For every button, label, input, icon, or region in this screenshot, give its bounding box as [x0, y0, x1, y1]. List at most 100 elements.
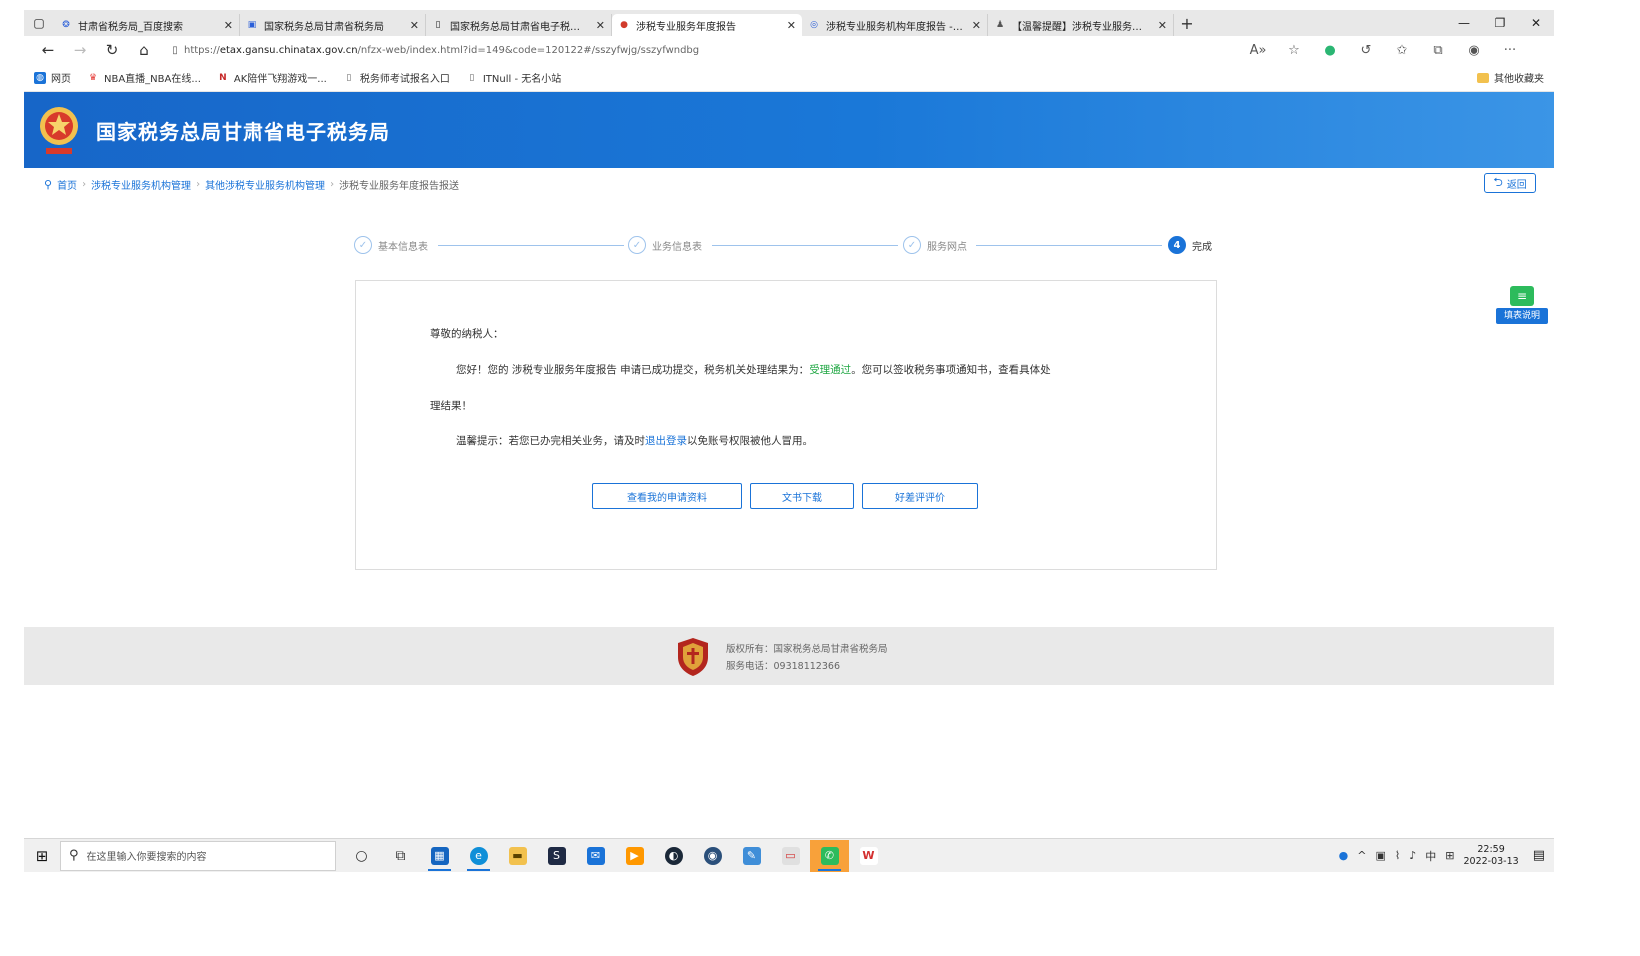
network-icon[interactable]: ⌇: [1395, 849, 1400, 862]
browser-tab[interactable]: ▣ 国家税务总局甘肃省税务局 ✕: [240, 14, 426, 36]
clock-time: 22:59: [1477, 843, 1505, 855]
page-icon: ♟: [995, 19, 1005, 30]
restore-icon[interactable]: ❐: [1482, 16, 1518, 30]
new-tab-icon[interactable]: +: [1174, 14, 1200, 33]
calendar-app-icon[interactable]: ▦: [420, 840, 459, 872]
network-app-icon[interactable]: ◉: [693, 840, 732, 872]
search-icon: ❂: [62, 19, 70, 30]
document-download-button[interactable]: 文书下载: [750, 483, 854, 509]
close-icon[interactable]: ✕: [972, 19, 981, 32]
browser-tab[interactable]: ▯ 国家税务总局甘肃省电子税务局 ✕: [426, 14, 612, 36]
chevron-up-icon[interactable]: ^: [1357, 849, 1366, 862]
refresh-extension-icon[interactable]: ↺: [1348, 43, 1384, 58]
windows-start-icon[interactable]: ⊞: [24, 847, 60, 865]
minimize-icon[interactable]: —: [1446, 16, 1482, 30]
favorites-icon[interactable]: ✩: [1384, 43, 1420, 58]
volume-icon[interactable]: ♪: [1409, 849, 1416, 862]
breadcrumb-item[interactable]: 涉税专业服务机构管理: [91, 177, 191, 192]
input-mode-icon[interactable]: ⊞: [1445, 849, 1454, 862]
notes-app-icon[interactable]: ✎: [732, 840, 771, 872]
greeting-text: 尊敬的纳税人：: [430, 328, 504, 340]
refresh-icon[interactable]: ↻: [96, 41, 128, 59]
url-field[interactable]: ▯ https://etax.gansu.chinatax.gov.cn/nfz…: [166, 39, 1226, 61]
step-business-info: ✓ 业务信息表: [628, 234, 702, 256]
evaluation-button[interactable]: 好差评评价: [862, 483, 978, 509]
search-icon: ◎: [810, 19, 818, 30]
edge-browser-icon[interactable]: e: [459, 840, 498, 872]
logout-link[interactable]: 退出登录: [645, 435, 687, 447]
more-icon[interactable]: ···: [1492, 43, 1528, 58]
home-icon[interactable]: ⌂: [128, 41, 160, 59]
media-player-icon[interactable]: ▶: [615, 840, 654, 872]
bookmark-item[interactable]: ◍ 网页: [34, 70, 71, 85]
view-application-button[interactable]: 查看我的申请资料: [592, 483, 742, 509]
result-message-continued: 理结果！: [430, 400, 472, 412]
wechat-icon[interactable]: ✆: [810, 839, 849, 872]
breadcrumb-current: 涉税专业服务年度报告报送: [339, 180, 460, 192]
add-favorite-icon[interactable]: ☆: [1276, 43, 1312, 58]
browser-tab-strip: ▢ ❂ 甘肃省税务局_百度搜索 ✕ ▣ 国家税务总局甘肃省税务局 ✕ ▯ 国家税…: [24, 10, 1554, 36]
ime-indicator[interactable]: 中: [1425, 848, 1436, 864]
site-title: 国家税务总局甘肃省电子税务局: [96, 119, 390, 144]
result-card: 尊敬的纳税人： 您好！您的 涉税专业服务年度报告 申请已成功提交，税务机关处理结…: [355, 280, 1217, 570]
close-icon[interactable]: ✕: [410, 19, 419, 32]
file-explorer-icon[interactable]: ▬: [498, 840, 537, 872]
taskbar-apps: ○ ⧉ ▦ e ▬ S ✉ ▶ ◐ ◉ ✎ ▭ ✆ W: [342, 839, 888, 872]
browser-tab[interactable]: ♟ 【温馨提醒】涉税专业服务机构 ✕: [988, 14, 1174, 36]
step-number: 4: [1168, 236, 1186, 254]
bookmark-item[interactable]: ▯ 税务师考试报名入口: [343, 70, 449, 86]
display-icon[interactable]: ▣: [1375, 849, 1385, 862]
breadcrumb-item[interactable]: 其他涉税专业服务机构管理: [205, 177, 325, 192]
forward-arrow-icon[interactable]: →: [64, 41, 96, 59]
notification-icon[interactable]: ▤: [1533, 848, 1545, 863]
close-window-icon[interactable]: ✕: [1518, 16, 1554, 30]
footer-text: 版权所有：国家税务总局甘肃省税务局 服务电话：09318112366: [726, 641, 888, 675]
close-icon[interactable]: ✕: [224, 19, 233, 32]
store-icon[interactable]: S: [537, 840, 576, 872]
browser-tab-active[interactable]: ● 涉税专业服务年度报告 ✕: [612, 14, 802, 36]
taskbar-search-input[interactable]: ⚲ 在这里输入你要搜索的内容: [60, 840, 336, 871]
clock-date: 2022-03-13: [1463, 855, 1519, 867]
back-arrow-icon[interactable]: ←: [32, 41, 64, 59]
system-clock[interactable]: 22:59 2022-03-13: [1463, 844, 1518, 868]
site-footer: 版权所有：国家税务总局甘肃省税务局 服务电话：09318112366: [24, 627, 1554, 685]
task-view-icon[interactable]: ⧉: [381, 840, 420, 872]
page-info-icon[interactable]: ▯: [166, 45, 184, 56]
page-icon: ▯: [469, 72, 475, 83]
mail-icon[interactable]: ✉: [576, 840, 615, 872]
other-bookmarks[interactable]: 其他收藏夹: [1477, 70, 1544, 85]
nba-icon: ♛: [88, 72, 98, 83]
browser-tab[interactable]: ◎ 涉税专业服务机构年度报告 - 百 ✕: [802, 14, 988, 36]
bookmark-item[interactable]: ▯ ITNull - 无名小站: [466, 70, 561, 86]
folder-app-icon[interactable]: ▭: [771, 840, 810, 872]
form-instructions-widget[interactable]: ≡ 填表说明: [1496, 286, 1548, 326]
cortana-icon[interactable]: ○: [342, 840, 381, 872]
steam-icon[interactable]: ◐: [654, 840, 693, 872]
browser-toolbar-icons: A» ☆ ● ↺ ✩ ⧉ ◉ ···: [1240, 43, 1528, 58]
bookmark-icon: ◍: [34, 71, 46, 84]
breadcrumb-separator: ›: [82, 178, 87, 190]
back-button[interactable]: ⮌ 返回: [1484, 173, 1536, 193]
step-connector: [438, 245, 624, 246]
close-icon[interactable]: ✕: [1158, 19, 1167, 32]
address-bar: ← → ↻ ⌂ ▯ https://etax.gansu.chinatax.go…: [24, 36, 1554, 64]
window-controls: — ❐ ✕: [1446, 16, 1554, 30]
bookmark-item[interactable]: ♛ NBA直播_NBA在线...: [87, 70, 201, 86]
progress-steps: ✓ 基本信息表 ✓ 业务信息表 ✓ 服务网点 4 完成: [354, 234, 1218, 256]
tray-app-icon[interactable]: ●: [1339, 849, 1349, 862]
read-aloud-icon[interactable]: A»: [1240, 43, 1276, 58]
location-pin-icon: ⚲: [44, 177, 53, 191]
profile-icon[interactable]: ◉: [1456, 43, 1492, 58]
folder-icon: [1477, 72, 1489, 83]
extension-icon[interactable]: ●: [1312, 43, 1348, 58]
browser-tab[interactable]: ❂ 甘肃省税务局_百度搜索 ✕: [54, 14, 240, 36]
close-icon[interactable]: ✕: [596, 19, 605, 32]
tab-actions-icon[interactable]: ▢: [24, 10, 54, 36]
wps-icon[interactable]: W: [849, 840, 888, 872]
breadcrumb-home[interactable]: 首页: [57, 177, 77, 192]
page-icon: ▯: [435, 19, 441, 30]
close-icon[interactable]: ✕: [787, 19, 796, 32]
collections-icon[interactable]: ⧉: [1420, 43, 1456, 58]
page-icon: ▯: [346, 72, 352, 83]
bookmark-item[interactable]: N AK陪伴飞翔游戏一...: [217, 70, 327, 86]
